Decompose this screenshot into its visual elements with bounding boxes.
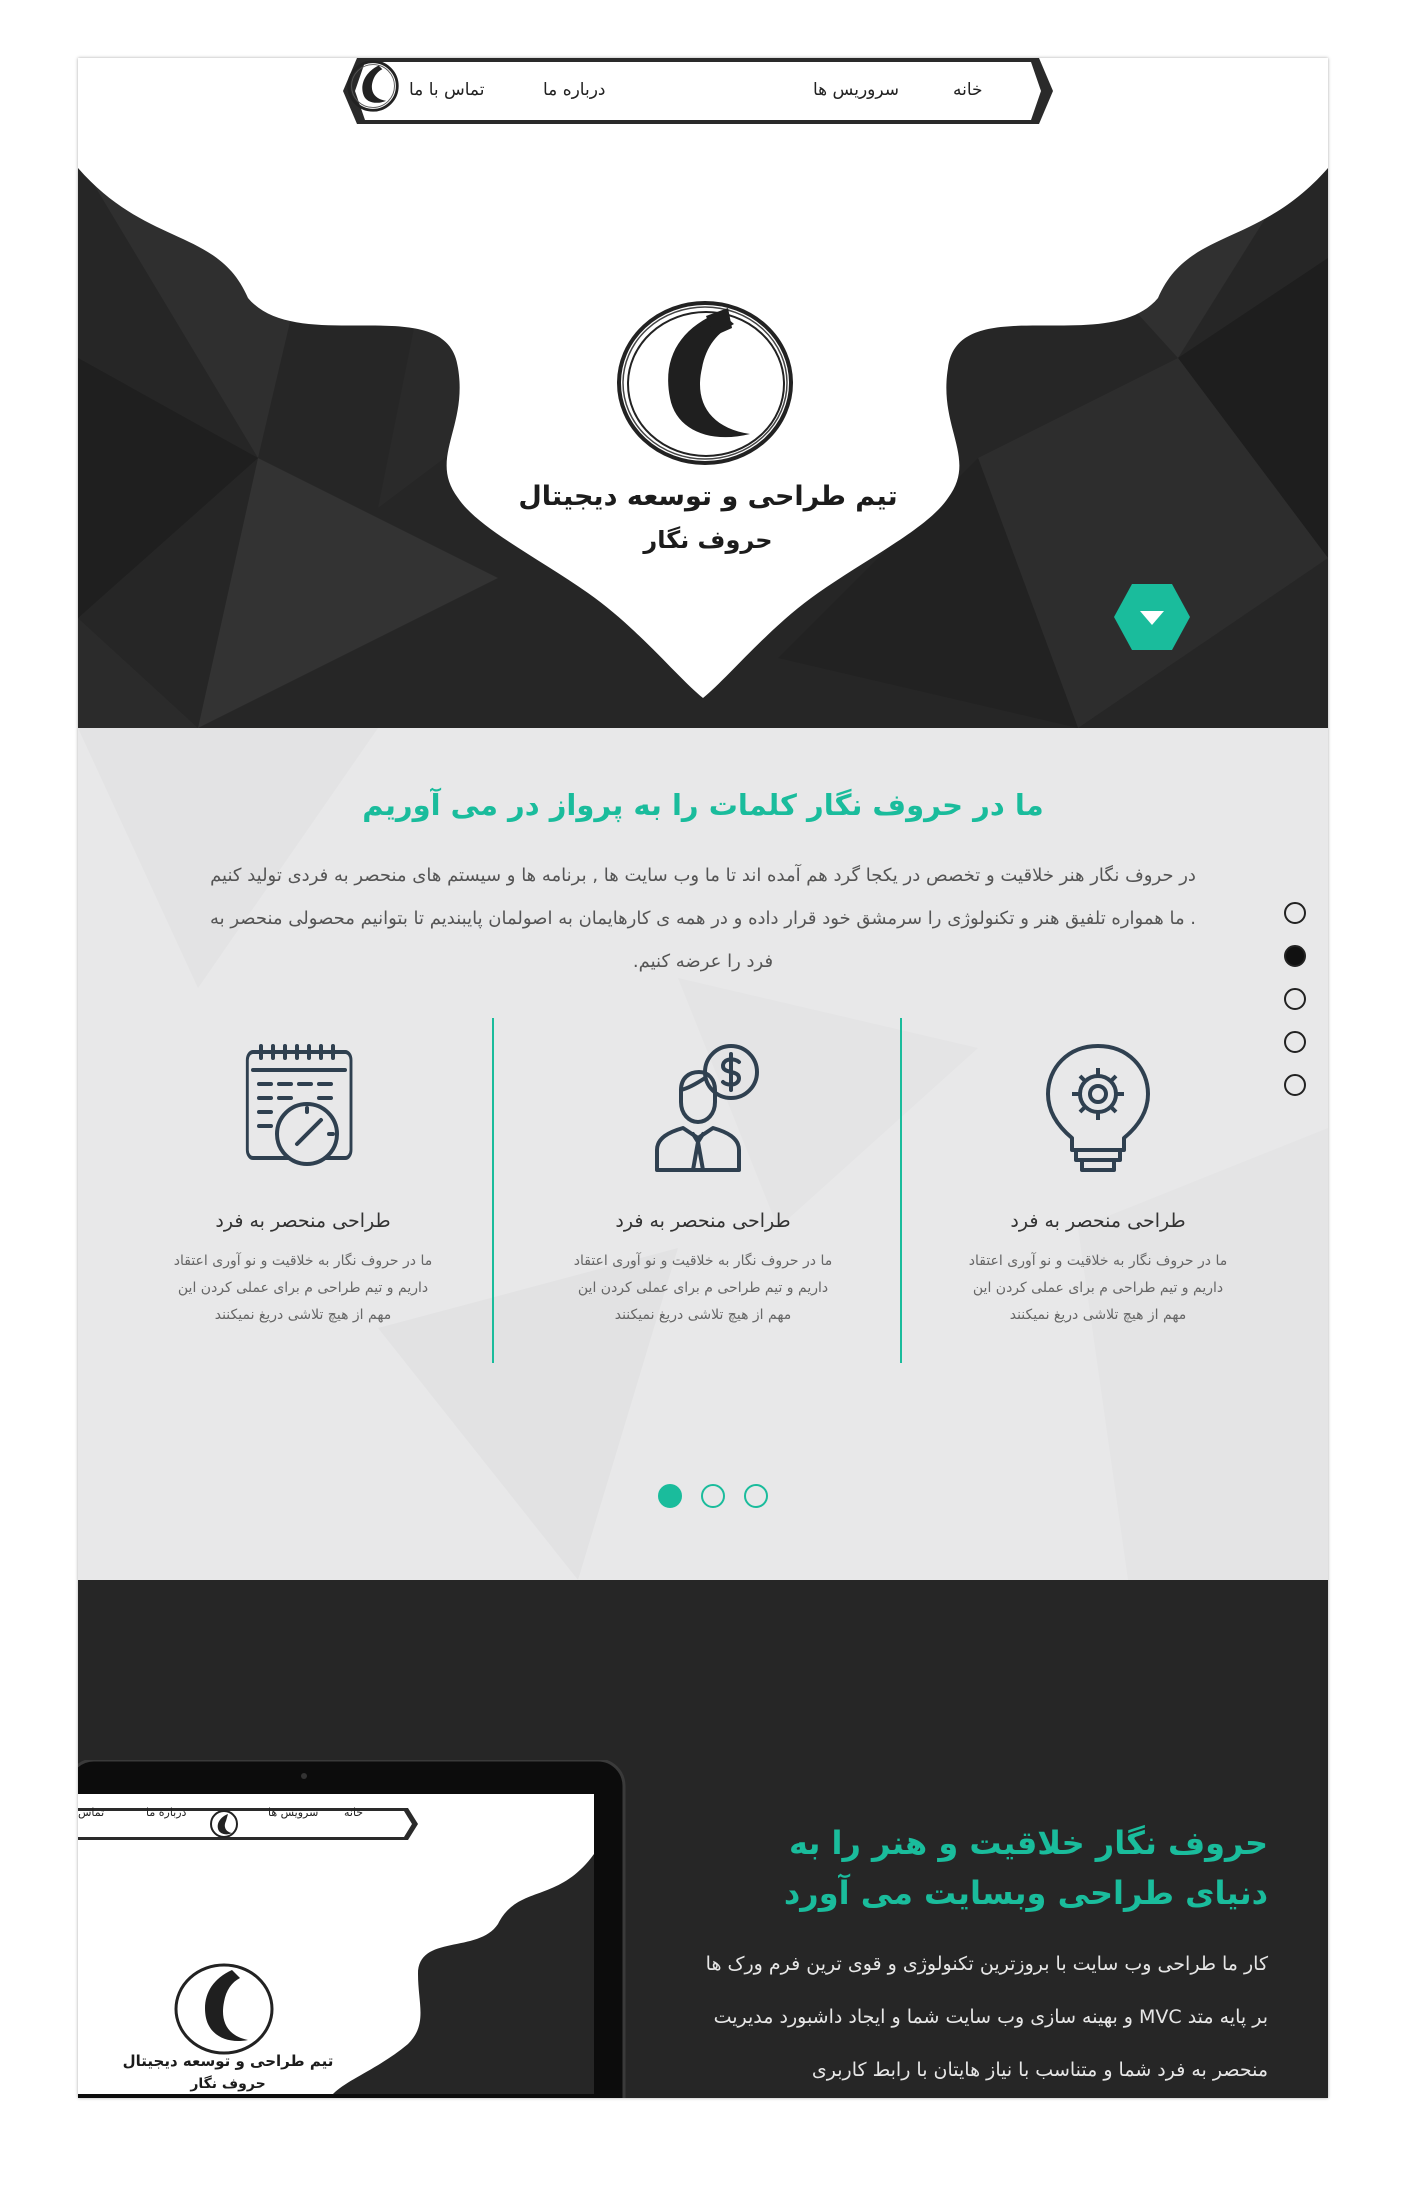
feature-card: طراحی منحصر به فرد ما در حروف نگار به خل… — [928, 1038, 1268, 1323]
businessman-dollar-icon — [655, 1044, 759, 1172]
showcase-section: خانه سرویس ها درباره ما تماس تیم طراحی و… — [78, 1580, 1328, 2098]
mini-nav-services: سرویس ها — [268, 1806, 319, 1819]
about-paragraph: در حروف نگار هنر خلاقیت و تخصص در یکجا گ… — [209, 865, 1197, 972]
nav-about[interactable]: درباره ما — [543, 80, 606, 100]
feature-card: طراحی منحصر به فرد ما در حروف نگار به خل… — [133, 1038, 473, 1323]
mini-hero-subtitle: حروف نگار — [190, 2076, 266, 2092]
brand-logo-icon[interactable] — [343, 58, 403, 114]
mini-hero-title: تیم طراحی و توسعه دیجیتال — [122, 2052, 334, 2070]
calendar-clock-icon — [245, 1044, 353, 1166]
nav-home[interactable]: خانه — [953, 80, 983, 100]
side-pager-dot-active[interactable] — [1284, 945, 1306, 967]
feature-description: ما در حروف نگار به خلاقیت و نو آوری اعتق… — [573, 1253, 833, 1323]
side-pager-dot[interactable] — [1284, 1031, 1306, 1053]
hero-title: تیم طراحی و توسعه دیجیتال — [518, 481, 898, 512]
side-pager-dot[interactable] — [1284, 988, 1306, 1010]
page-frame: خانه سروریس ها درباره ما تماس با ما تیم … — [78, 58, 1328, 2098]
showcase-paragraph: کار ما طراحی وب سایت با بروزترین تکنولوژ… — [705, 1953, 1268, 2081]
slider-dot[interactable] — [701, 1484, 725, 1508]
about-section: ما در حروف نگار کلمات را به پرواز در می … — [78, 728, 1328, 1580]
scroll-down-button[interactable] — [1114, 584, 1190, 650]
mini-nav-home: خانه — [344, 1806, 364, 1819]
side-pager-dot[interactable] — [1284, 1074, 1306, 1096]
feature-card: طراحی منحصر به فرد ما در حروف نگار به خل… — [533, 1038, 873, 1323]
divider — [900, 1018, 902, 1363]
slider-dot-active[interactable] — [658, 1484, 682, 1508]
mini-nav-about: درباره ما — [146, 1806, 187, 1819]
laptop-screen: خانه سرویس ها درباره ما تماس تیم طراحی و… — [78, 1794, 594, 2094]
showcase-title: حروف نگار خلاقیت و هنر را به دنیای طراحی… — [783, 1824, 1268, 1912]
hero-logo-icon — [617, 301, 793, 465]
feature-description: ما در حروف نگار به خلاقیت و نو آوری اعتق… — [968, 1253, 1228, 1323]
nav-contact[interactable]: تماس با ما — [409, 80, 485, 100]
about-title: ما در حروف نگار کلمات را به پرواز در می … — [362, 788, 1044, 822]
mini-nav-contact: تماس — [78, 1806, 105, 1819]
feature-title: طراحی منحصر به فرد — [1010, 1210, 1186, 1232]
nav-services[interactable]: سروریس ها — [813, 80, 899, 100]
feature-title: طراحی منحصر به فرد — [215, 1210, 391, 1232]
feature-description: ما در حروف نگار به خلاقیت و نو آوری اعتق… — [173, 1253, 433, 1323]
lightbulb-gear-icon — [1046, 1044, 1150, 1172]
hero-section: خانه سروریس ها درباره ما تماس با ما تیم … — [78, 58, 1328, 728]
divider — [492, 1018, 494, 1363]
laptop-mockup: خانه سرویس ها درباره ما تماس تیم طراحی و… — [78, 1760, 628, 2098]
top-navbar: خانه سروریس ها درباره ما تماس با ما — [343, 58, 1053, 124]
side-pager-dot[interactable] — [1284, 902, 1306, 924]
feature-title: طراحی منحصر به فرد — [615, 1210, 791, 1232]
hero-subtitle: حروف نگار — [643, 526, 773, 554]
slider-dot[interactable] — [744, 1484, 768, 1508]
